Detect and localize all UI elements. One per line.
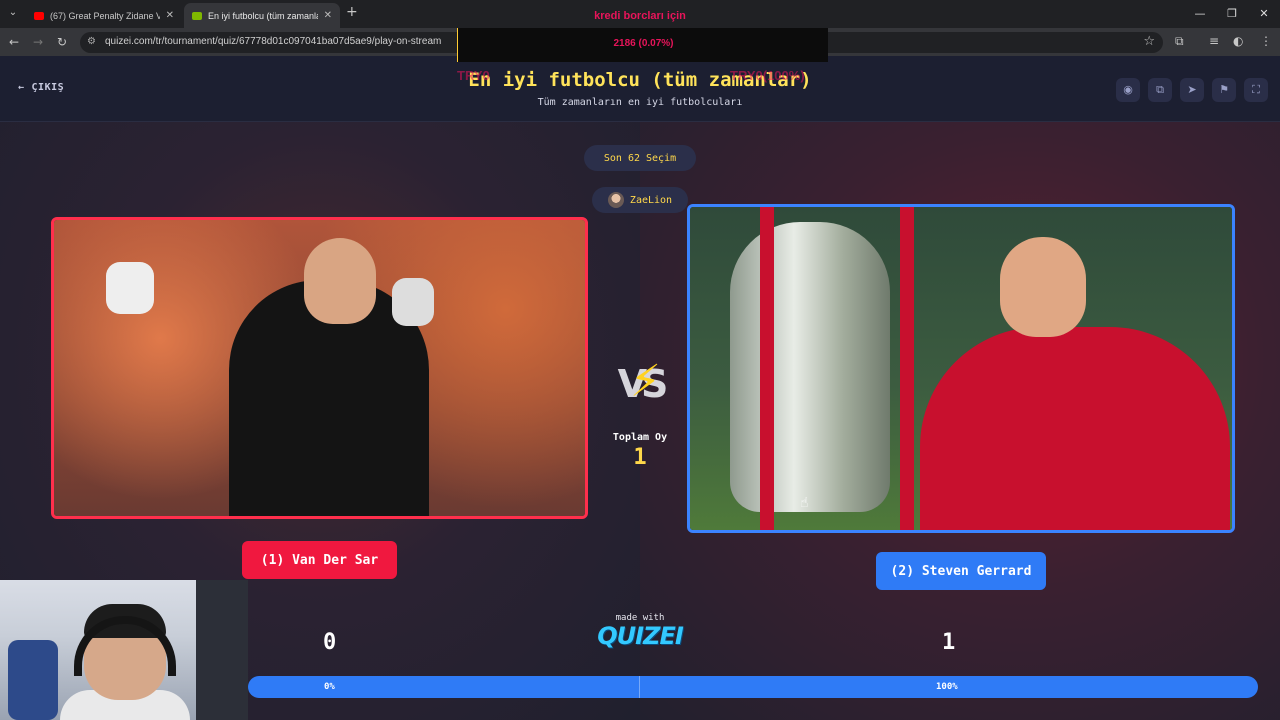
van-der-sar-photo	[54, 220, 585, 516]
score-right: 1	[942, 630, 956, 655]
avatar	[607, 192, 624, 208]
score-left: 0	[323, 630, 337, 655]
stream-overlay-ghost-left: TRY0	[457, 68, 490, 83]
flag-icon[interactable]: ⚑	[1212, 78, 1236, 102]
reload-icon[interactable]: ↻	[54, 34, 70, 50]
extensions-icon[interactable]: ⧉	[1175, 34, 1184, 49]
choice-card-left[interactable]	[51, 217, 588, 519]
copy-icon[interactable]: ⧉	[1148, 78, 1172, 102]
page-subtitle: Tüm zamanların en iyi futbolcuları	[537, 97, 743, 108]
photo-glove	[392, 278, 434, 326]
webcam-overlay	[0, 580, 248, 720]
webcam-door	[196, 580, 248, 720]
mouse-cursor-icon: ☝	[800, 495, 809, 511]
choice-button-right[interactable]: (2) Steven Gerrard	[876, 552, 1046, 590]
forward-icon[interactable]: →	[30, 34, 46, 50]
page-title: En iyi futbolcu (tüm zamanlar)	[468, 69, 812, 91]
username: ZaeLion	[629, 194, 673, 206]
vote-progress-divider	[639, 676, 640, 698]
quiz-header: ← ÇIKIŞ En iyi futbolcu (tüm zamanlar) T…	[0, 56, 1280, 122]
user-badge: ZaeLion	[592, 187, 688, 213]
stream-overlay-title: kredi borcları için	[594, 10, 686, 22]
photo-glove	[106, 262, 154, 314]
photo-figure	[920, 327, 1230, 530]
site-info-icon[interactable]: ⚙	[87, 36, 96, 47]
menu-icon[interactable]: ⋮	[1260, 34, 1272, 48]
choice-card-right[interactable]	[687, 204, 1235, 533]
round-badge: Son 62 Seçim	[584, 145, 696, 171]
percent-right: 100%	[936, 682, 958, 692]
percent-left: 0%	[324, 682, 335, 692]
media-icon[interactable]: ≡	[1209, 34, 1219, 48]
photo-trophy	[730, 222, 890, 512]
choice-button-left[interactable]: (1) Van Der Sar	[242, 541, 397, 579]
total-votes-value: 1	[633, 445, 647, 470]
photo-figure-head	[1000, 237, 1086, 337]
stream-overlay-box: 2186 (0.07%)	[457, 28, 828, 62]
webcam-chair	[8, 640, 58, 720]
stream-overlay-ghost-right: TRY0(100%)	[730, 68, 805, 83]
stream-overlay-amount: 2186 (0.07%)	[613, 38, 674, 49]
fullscreen-icon[interactable]: ⛶	[1244, 78, 1268, 102]
lightning-icon: ⚡	[630, 356, 661, 407]
vs-lightning-icon: VS ⚡	[608, 356, 672, 416]
quizei-logo[interactable]: QUIZEI	[590, 622, 690, 650]
send-icon[interactable]: ➤	[1180, 78, 1204, 102]
steven-gerrard-photo	[690, 207, 1232, 530]
eye-icon[interactable]: ◉	[1116, 78, 1140, 102]
bookmark-star-icon[interactable]: ☆	[1143, 34, 1155, 49]
photo-ribbon	[900, 207, 914, 530]
url-text[interactable]: quizei.com/tr/tournament/quiz/67778d01c0…	[105, 36, 441, 47]
back-icon[interactable]: ←	[6, 34, 22, 50]
photo-figure-head	[304, 238, 376, 324]
profile-icon[interactable]: ◐	[1233, 34, 1243, 48]
vote-progress-bar: 0% 100%	[248, 676, 1258, 698]
total-votes-label: Toplam Oy	[612, 432, 668, 443]
photo-ribbon	[760, 207, 774, 530]
